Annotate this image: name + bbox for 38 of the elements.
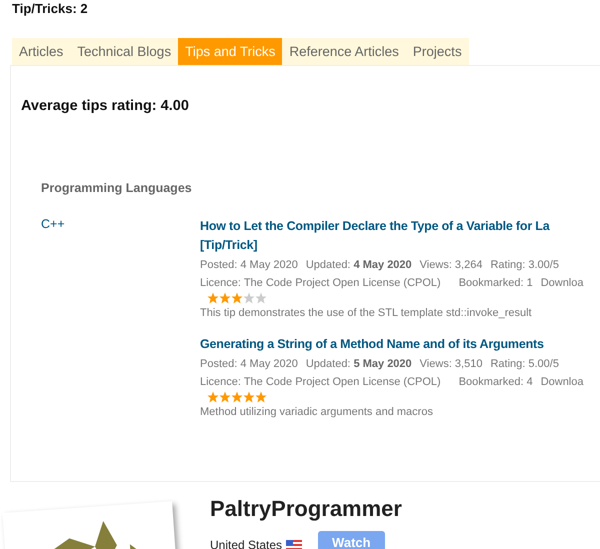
star-icon [243, 292, 255, 304]
average-rating: Average tips rating: 4.00 [21, 98, 189, 114]
star-icon [231, 391, 243, 403]
rating-text: Rating: 3.00/5 [490, 258, 559, 273]
country-label: United States [210, 538, 282, 549]
bookmarked-count: Bookmarked: 1 [458, 276, 533, 291]
updated-date: Updated: 5 May 2020 [306, 357, 412, 372]
article-summary: This tip demonstrates the use of the STL template std::invoke_result [200, 306, 532, 321]
star-icon [243, 391, 255, 403]
tab[interactable]: Reference Articles [282, 38, 406, 65]
article-link[interactable]: Generating a String of a Method Name and of its Arguments [200, 335, 544, 354]
star-icon [207, 292, 219, 304]
profile-name: PaltryProgrammer [210, 495, 402, 523]
licence-text: Licence: The Code Project Open License (CPOL) [200, 375, 441, 390]
star-icon [207, 391, 219, 403]
tab[interactable]: Articles [12, 38, 70, 65]
tab[interactable]: Projects [406, 38, 469, 65]
article-link[interactable]: How to Let the Compiler Declare the Type of a Variable for La [Tip/Trick] [200, 217, 550, 255]
tab[interactable]: Technical Blogs [70, 38, 178, 65]
posted-date: Posted: 4 May 2020 [200, 258, 298, 273]
page-heading: Tip/Tricks: 2 [12, 2, 88, 16]
star-icon [219, 391, 231, 403]
downloads-text: Downloa [540, 375, 584, 390]
star-icon [219, 292, 231, 304]
category-label: C++ [41, 217, 65, 231]
star-icon [255, 391, 267, 403]
views-count: Views: 3,510 [420, 357, 482, 372]
rating-text: Rating: 5.00/5 [490, 357, 559, 372]
updated-date: Updated: 4 May 2020 [306, 258, 412, 273]
article-summary: Method utilizing variadic arguments and macros [200, 405, 433, 420]
bookmarked-count: Bookmarked: 4 [458, 375, 533, 390]
downloads-text: Downloa [540, 276, 584, 291]
star-icon [255, 292, 267, 304]
posted-date: Posted: 4 May 2020 [200, 357, 298, 372]
licence-text: Licence: The Code Project Open License (CPOL) [200, 276, 441, 291]
views-count: Views: 3,264 [420, 258, 482, 273]
star-icon [231, 292, 243, 304]
section-heading: Programming Languages [41, 181, 192, 195]
